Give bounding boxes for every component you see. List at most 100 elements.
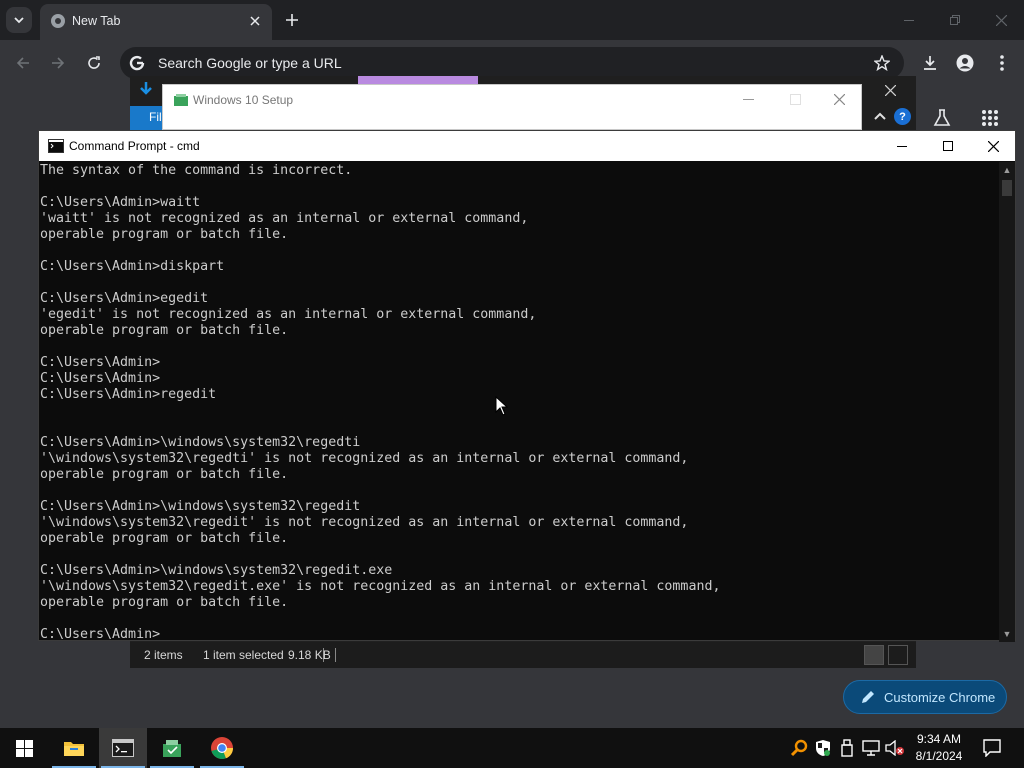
taskbar-clock[interactable]: 9:34 AM 8/1/2024 [910,731,968,765]
download-arrow-icon [140,82,152,95]
shield-icon [816,740,830,756]
chrome-favicon-icon [51,14,65,28]
setup-maximize-button[interactable] [780,89,810,109]
taskbar-chrome[interactable] [198,728,246,768]
console-line: operable program or batch file. [40,595,289,610]
forward-button[interactable] [45,50,71,76]
minimize-icon [742,98,754,100]
tab-title: New Tab [72,14,121,28]
volume-muted-icon [885,740,904,756]
scroll-up-arrow-icon[interactable]: ▲ [1001,164,1013,176]
chrome-icon [211,737,234,760]
chrome-minimize-button[interactable] [886,0,932,40]
tray-volume-icon[interactable] [885,738,905,758]
console-line: '\windows\system32\regedti' is not recog… [40,451,689,466]
taskbar-file-explorer[interactable] [50,728,98,768]
tab-search-button[interactable] [6,7,32,33]
tab-close-button[interactable] [246,12,264,30]
help-icon[interactable]: ? [894,108,911,125]
bookmark-star-button[interactable] [872,53,892,73]
console-line: 'egedit' is not recognized as an interna… [40,307,537,322]
console-line: '\windows\system32\regedit.exe' is not r… [40,579,721,594]
console-line: C:\Users\Admin>diskpart [40,259,225,274]
explorer-close-button[interactable] [878,80,902,100]
cmd-title: Command Prompt - cmd [69,139,200,153]
windows-setup-icon [174,94,188,106]
new-tab-button[interactable] [280,8,304,32]
download-icon [924,56,936,70]
chrome-close-button[interactable] [978,0,1024,40]
large-icons-view-button[interactable] [888,645,908,665]
console-line: operable program or batch file. [40,531,289,546]
taskbar: 9:34 AM 8/1/2024 [0,728,1024,768]
console-line: C:\Users\Admin>regedit [40,387,217,402]
console-line: '\windows\system32\regedit' is not recog… [40,515,689,530]
reload-icon [88,56,100,69]
tray-search-icon[interactable] [789,738,809,758]
labs-button[interactable] [930,106,954,130]
setup-minimize-button[interactable] [733,89,763,109]
back-button[interactable] [10,50,36,76]
tray-network-icon[interactable] [861,738,881,758]
setup-title: Windows 10 Setup [193,93,294,107]
status-item-count: 2 items [144,648,183,662]
cmd-scrollbar[interactable]: ▲ ▼ [999,162,1015,642]
close-icon [987,140,999,152]
start-button[interactable] [0,728,48,768]
close-icon [833,93,845,105]
minimize-icon [897,145,907,147]
tab-new-tab[interactable]: New Tab [40,4,272,40]
console-line: C:\Users\Admin>\windows\system32\regedti [40,435,361,450]
status-divider [335,648,336,662]
taskbar-command-prompt[interactable] [99,728,147,768]
usb-drive-icon [841,739,853,757]
cmd-titlebar[interactable]: Command Prompt - cmd [39,131,1015,161]
omnibox-input[interactable] [156,47,856,79]
profile-button[interactable] [952,50,978,76]
console-line: C:\Users\Admin>\windows\system32\regedit [40,499,361,514]
profile-icon [956,54,974,72]
cmd-minimize-button[interactable] [879,131,925,161]
reload-button[interactable] [81,50,107,76]
chrome-restore-button[interactable] [932,0,978,40]
collapse-ribbon-icon[interactable] [872,108,888,124]
tab-strip: New Tab [0,0,1024,40]
cmd-maximize-button[interactable] [925,131,971,161]
tray-security-icon[interactable] [813,738,833,758]
chevron-down-icon [14,17,24,24]
console-line: C:\Users\Admin> [40,627,161,642]
apps-grid-icon [982,110,998,126]
console-line: operable program or batch file. [40,323,289,338]
command-prompt-window: Command Prompt - cmd The syntax of the c… [38,130,1016,642]
setup-close-button[interactable] [824,89,854,109]
flask-icon [933,109,951,126]
console-line: C:\Users\Admin> [40,355,161,370]
cmd-close-button[interactable] [970,131,1016,161]
details-view-button[interactable] [864,645,884,665]
google-apps-button[interactable] [978,106,1002,130]
network-icon [862,740,880,756]
command-prompt-icon [112,739,134,757]
mouse-cursor-icon [495,396,509,416]
google-g-icon [129,55,145,71]
scrollbar-thumb[interactable] [1002,180,1012,196]
downloads-button[interactable] [917,50,943,76]
console-line: operable program or batch file. [40,227,289,242]
scroll-down-arrow-icon[interactable]: ▼ [1001,628,1013,640]
file-tab[interactable]: Fil [130,106,162,130]
action-center-button[interactable] [981,738,1003,758]
chrome-menu-button[interactable] [989,50,1015,76]
customize-chrome-button[interactable]: Customize Chrome [843,680,1007,714]
taskbar-windows-setup[interactable] [148,728,196,768]
clock-date: 8/1/2024 [915,749,963,763]
omnibox[interactable] [120,47,904,79]
console-output[interactable]: The syntax of the command is incorrect. C… [39,162,999,642]
tray-usb-icon[interactable] [837,738,857,758]
console-line: C:\Users\Admin> [40,371,161,386]
